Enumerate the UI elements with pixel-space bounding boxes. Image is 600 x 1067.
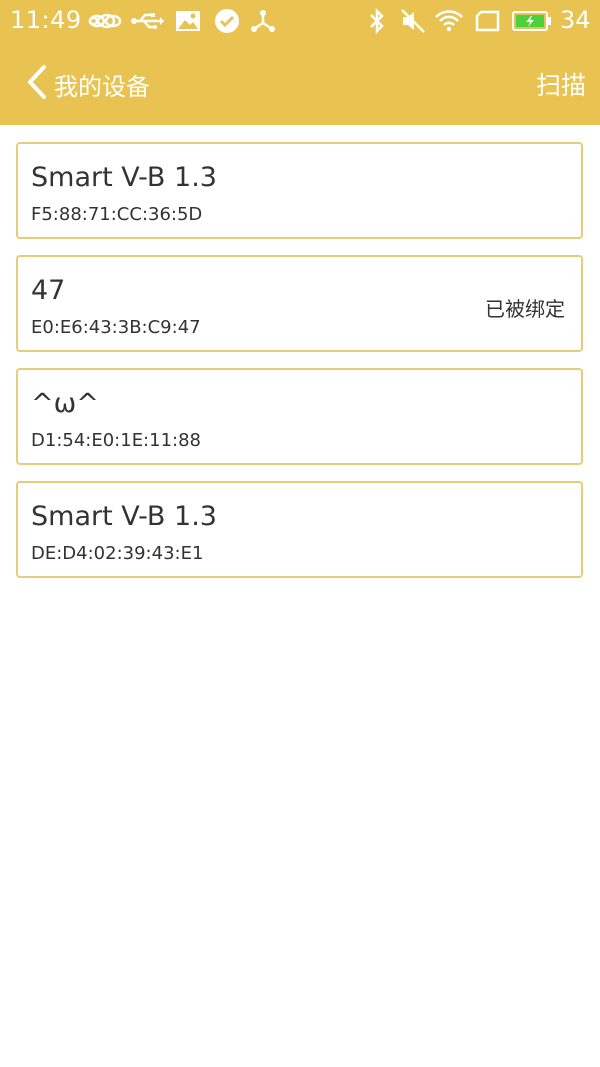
status-bar: 11:49 34 xyxy=(0,0,600,42)
device-name: Smart V-B 1.3 xyxy=(31,501,217,532)
share-icon xyxy=(250,8,276,34)
device-card[interactable]: Smart V-B 1.3 DE:D4:02:39:43:E1 xyxy=(16,481,583,578)
scan-button[interactable]: 扫描 xyxy=(536,66,586,102)
nav-bar: 我的设备 扫描 xyxy=(0,50,600,120)
mute-icon xyxy=(400,8,426,34)
device-list: Smart V-B 1.3 F5:88:71:CC:36:5D 47 E0:E6… xyxy=(16,142,584,594)
device-name: ^ω^ xyxy=(31,388,99,419)
battery-icon xyxy=(512,8,552,34)
device-mac: F5:88:71:CC:36:5D xyxy=(31,204,203,225)
device-status: 已被绑定 xyxy=(485,297,565,321)
wifi-icon xyxy=(434,8,464,34)
device-card[interactable]: ^ω^ D1:54:E0:1E:11:88 xyxy=(16,368,583,465)
battery-level: 34 xyxy=(560,6,591,34)
infinity-icon xyxy=(88,8,122,34)
device-card[interactable]: 47 E0:E6:43:3B:C9:47 已被绑定 xyxy=(16,255,583,352)
device-name: 47 xyxy=(31,275,66,306)
sim-icon xyxy=(475,8,501,34)
chevron-left-icon xyxy=(26,64,48,104)
device-mac: DE:D4:02:39:43:E1 xyxy=(31,543,204,564)
device-name: Smart V-B 1.3 xyxy=(31,162,217,193)
back-label: 我的设备 xyxy=(54,72,150,101)
bluetooth-icon xyxy=(364,8,390,34)
device-mac: E0:E6:43:3B:C9:47 xyxy=(31,317,201,338)
device-mac: D1:54:E0:1E:11:88 xyxy=(31,430,201,451)
device-card[interactable]: Smart V-B 1.3 F5:88:71:CC:36:5D xyxy=(16,142,583,239)
status-time: 11:49 xyxy=(10,6,82,34)
image-icon xyxy=(175,8,201,34)
usb-icon xyxy=(130,8,164,34)
check-circle-icon xyxy=(214,8,240,34)
app-header: 11:49 34 我的设备 扫描 xyxy=(0,0,600,125)
back-button[interactable]: 我的设备 xyxy=(26,64,150,104)
